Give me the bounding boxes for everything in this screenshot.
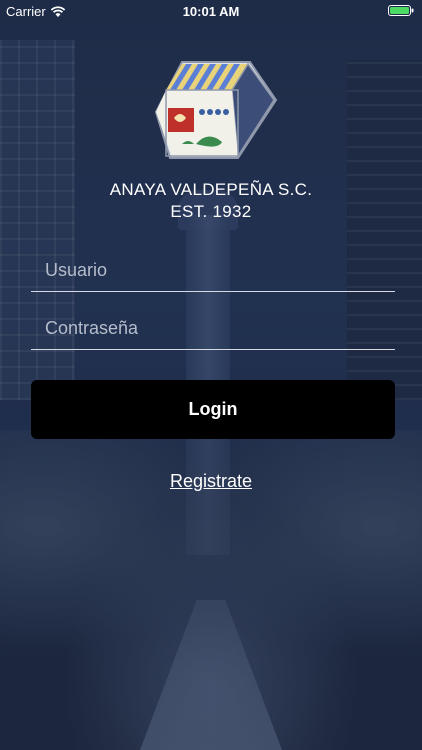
login-button-label: Login: [188, 399, 238, 419]
status-time: 10:01 AM: [182, 4, 240, 19]
password-input[interactable]: [43, 317, 395, 340]
login-button[interactable]: Login: [31, 380, 395, 439]
username-input[interactable]: [43, 259, 395, 282]
company-name-block: ANAYA VALDEPEÑA S.C. EST. 1932: [0, 179, 422, 223]
status-bar: Carrier 10:01 AM: [0, 0, 422, 22]
login-screen: Carrier 10:01 AM ANAYA VALDEPEÑA S.C. ES…: [0, 0, 422, 750]
username-field: [31, 247, 395, 292]
battery-icon: [388, 5, 414, 16]
password-field: [31, 305, 395, 350]
company-established: EST. 1932: [170, 202, 252, 221]
register-link[interactable]: Registrate: [0, 471, 422, 492]
company-crest-logo: [154, 61, 278, 159]
company-name: ANAYA VALDEPEÑA S.C.: [109, 180, 313, 199]
